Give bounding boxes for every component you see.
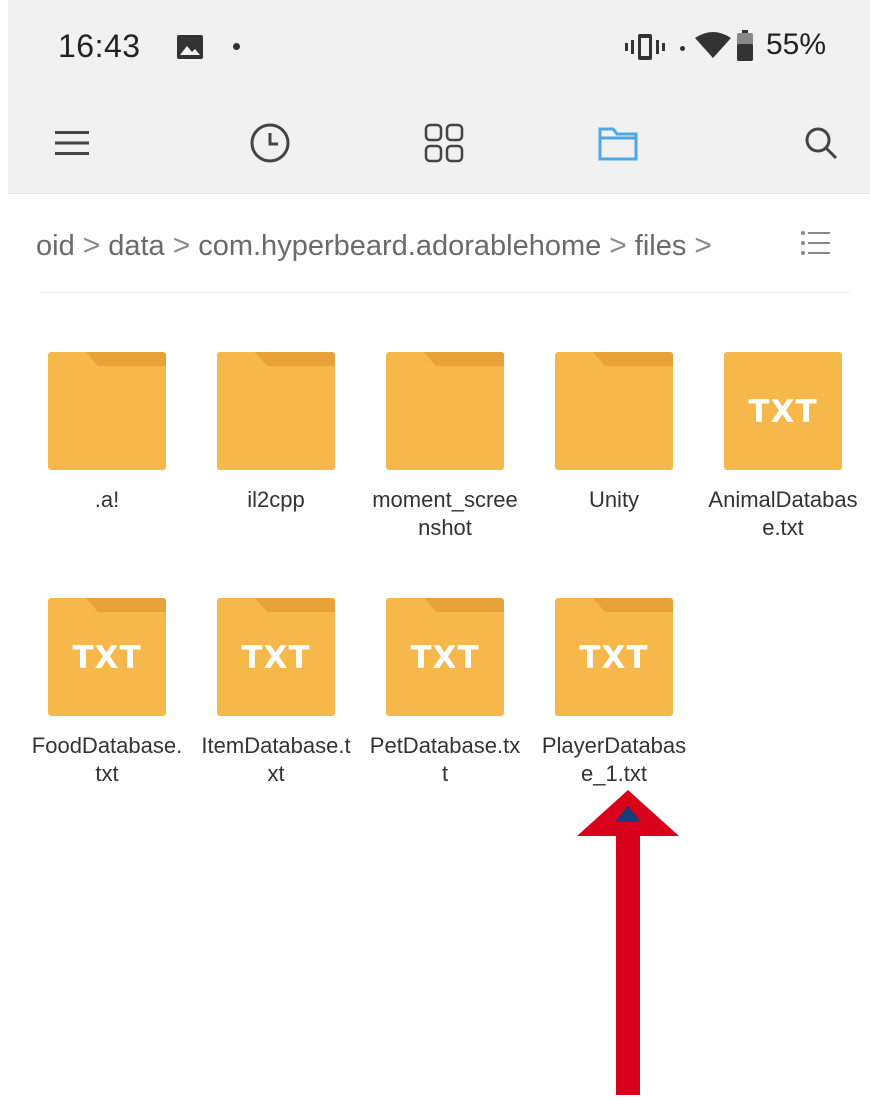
list-view-icon[interactable]	[798, 226, 832, 265]
file-badge: TXT	[241, 640, 311, 676]
file-manager-screen: 16:43 55% oid > data > com.hyperbeard.ad…	[8, 0, 870, 1095]
file-name: PlayerDatabase_1.txt	[541, 733, 687, 786]
vibrate-icon	[623, 32, 667, 67]
txt-file-icon: TXT	[386, 598, 504, 716]
wifi-icon	[694, 30, 732, 65]
annotation-arrow	[573, 788, 683, 1100]
gallery-icon	[176, 34, 204, 65]
txt-file-icon: TXT	[555, 598, 673, 716]
search-icon[interactable]	[793, 115, 849, 171]
file-item[interactable]: TXT PetDatabase.txt	[365, 598, 525, 788]
folder-icon	[555, 352, 673, 470]
divider	[40, 292, 850, 293]
file-badge: TXT	[410, 640, 480, 676]
file-item[interactable]: Unity	[534, 352, 694, 514]
categories-icon[interactable]	[416, 115, 472, 171]
signal-dot	[680, 46, 685, 51]
file-item[interactable]: il2cpp	[196, 352, 356, 514]
chevron-right-icon: >	[694, 229, 712, 262]
folder-icon	[386, 352, 504, 470]
breadcrumb-item[interactable]: files	[635, 230, 687, 263]
folder-icon	[48, 352, 166, 470]
txt-file-icon: TXT	[724, 352, 842, 470]
file-item[interactable]: TXT ItemDatabase.txt	[196, 598, 356, 788]
breadcrumb-item[interactable]: com.hyperbeard.adorablehome	[198, 230, 601, 263]
notification-dot	[233, 43, 240, 50]
file-item[interactable]: moment_screenshot	[365, 352, 525, 542]
chevron-right-icon: >	[82, 229, 101, 262]
folder-icon	[217, 352, 335, 470]
battery-icon	[736, 30, 754, 67]
app-toolbar	[8, 95, 870, 194]
breadcrumb: oid > data > com.hyperbeard.adorablehome…	[36, 222, 720, 270]
file-item[interactable]: TXT PlayerDatabase_1.txt	[534, 598, 694, 788]
file-name: AnimalDatabase.txt	[708, 487, 858, 540]
file-item[interactable]: .a!	[27, 352, 187, 514]
chevron-right-icon: >	[172, 229, 191, 262]
menu-icon[interactable]	[44, 115, 100, 171]
status-time: 16:43	[58, 28, 141, 64]
file-name: .a!	[94, 487, 120, 512]
file-name: moment_screenshot	[372, 487, 518, 540]
txt-file-icon: TXT	[217, 598, 335, 716]
txt-file-icon: TXT	[48, 598, 166, 716]
file-name: PetDatabase.txt	[369, 733, 521, 786]
chevron-right-icon: >	[609, 229, 627, 262]
battery-percent: 55%	[766, 28, 827, 61]
breadcrumb-item[interactable]: oid	[36, 230, 75, 263]
file-name: il2cpp	[247, 487, 305, 512]
folder-icon[interactable]	[590, 115, 646, 171]
status-bar: 16:43 55%	[8, 0, 870, 95]
recent-icon[interactable]	[242, 115, 298, 171]
file-item[interactable]: TXT AnimalDatabase.txt	[703, 352, 863, 542]
file-item[interactable]: TXT FoodDatabase.txt	[27, 598, 187, 788]
file-badge: TXT	[72, 640, 142, 676]
file-badge: TXT	[579, 640, 649, 676]
breadcrumb-item[interactable]: data	[108, 230, 164, 263]
file-name: Unity	[588, 487, 640, 512]
file-badge: TXT	[748, 394, 818, 430]
file-name: FoodDatabase.txt	[31, 733, 183, 786]
file-name: ItemDatabase.txt	[201, 733, 351, 786]
